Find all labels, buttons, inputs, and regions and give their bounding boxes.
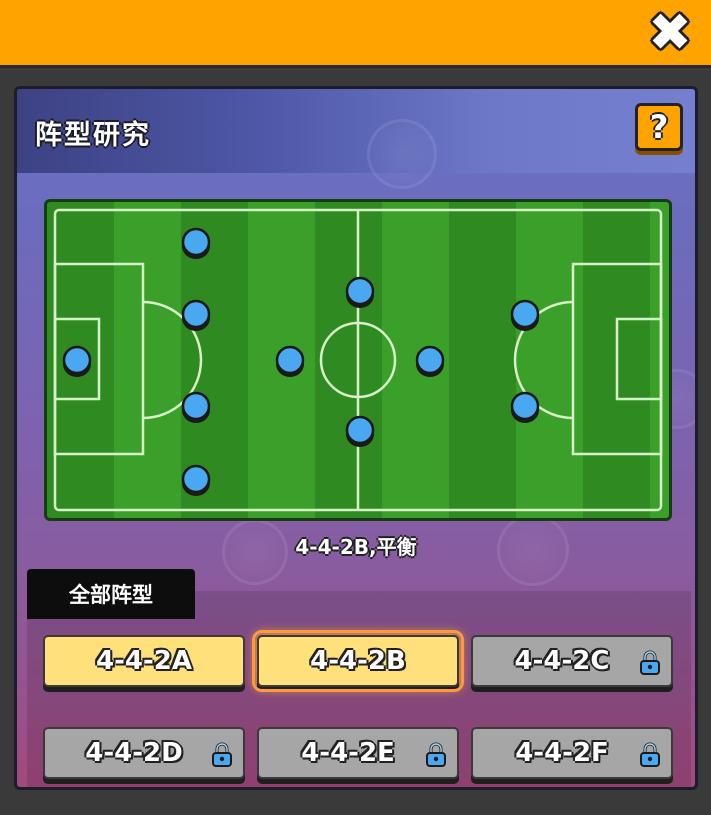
soccer-ball-decoration-icon bbox=[367, 119, 437, 189]
formation-button-label: 4-4-2E bbox=[301, 738, 395, 768]
formation-button-4-4-2c[interactable]: 4-4-2C bbox=[471, 635, 673, 687]
help-button[interactable]: ? bbox=[635, 103, 683, 151]
player-marker-mf bbox=[275, 345, 305, 377]
formation-button-label: 4-4-2B bbox=[310, 646, 406, 676]
lock-icon bbox=[640, 650, 660, 675]
player-marker-df bbox=[181, 391, 211, 423]
tab-all-formations[interactable]: 全部阵型 bbox=[27, 569, 195, 619]
lock-icon bbox=[640, 742, 660, 767]
player-marker-df bbox=[181, 227, 211, 259]
close-icon: ✖ bbox=[648, 3, 692, 63]
formation-button-4-4-2e[interactable]: 4-4-2E bbox=[257, 727, 459, 779]
player-marker-df bbox=[181, 464, 211, 496]
player-marker-mf bbox=[415, 345, 445, 377]
formation-button-label: 4-4-2C bbox=[514, 646, 610, 676]
player-marker-mf bbox=[345, 415, 375, 447]
formation-button-4-4-2f[interactable]: 4-4-2F bbox=[471, 727, 673, 779]
formation-caption: 4-4-2B,平衡 bbox=[295, 535, 417, 559]
formation-button-label: 4-4-2D bbox=[85, 738, 183, 768]
player-marker-df bbox=[181, 299, 211, 331]
close-button[interactable]: ✖ bbox=[647, 3, 693, 63]
lock-icon bbox=[212, 742, 232, 767]
top-bar: ✖ bbox=[0, 0, 711, 68]
player-marker-gk bbox=[62, 345, 92, 377]
player-marker-fw bbox=[510, 299, 540, 331]
lock-icon bbox=[426, 742, 446, 767]
formation-button-label: 4-4-2F bbox=[515, 738, 609, 768]
formation-button-label: 4-4-2A bbox=[96, 646, 192, 676]
pitch-lines bbox=[53, 208, 663, 512]
formation-button-4-4-2b[interactable]: 4-4-2B bbox=[252, 630, 464, 692]
formation-button-4-4-2a[interactable]: 4-4-2A bbox=[43, 635, 245, 687]
soccer-pitch bbox=[44, 199, 672, 521]
dialog-frame: 阵型研究 ? 4-4-2B,平衡 全部阵型 4-4-2A 4-4-2B 4-4-… bbox=[0, 68, 711, 815]
page-title: 阵型研究 bbox=[35, 120, 151, 151]
formation-button-4-4-2d[interactable]: 4-4-2D bbox=[43, 727, 245, 779]
formation-panel: 阵型研究 ? 4-4-2B,平衡 全部阵型 4-4-2A 4-4-2B 4-4-… bbox=[14, 86, 698, 790]
question-mark-icon: ? bbox=[649, 108, 669, 146]
player-marker-fw bbox=[510, 391, 540, 423]
player-marker-mf bbox=[345, 276, 375, 308]
